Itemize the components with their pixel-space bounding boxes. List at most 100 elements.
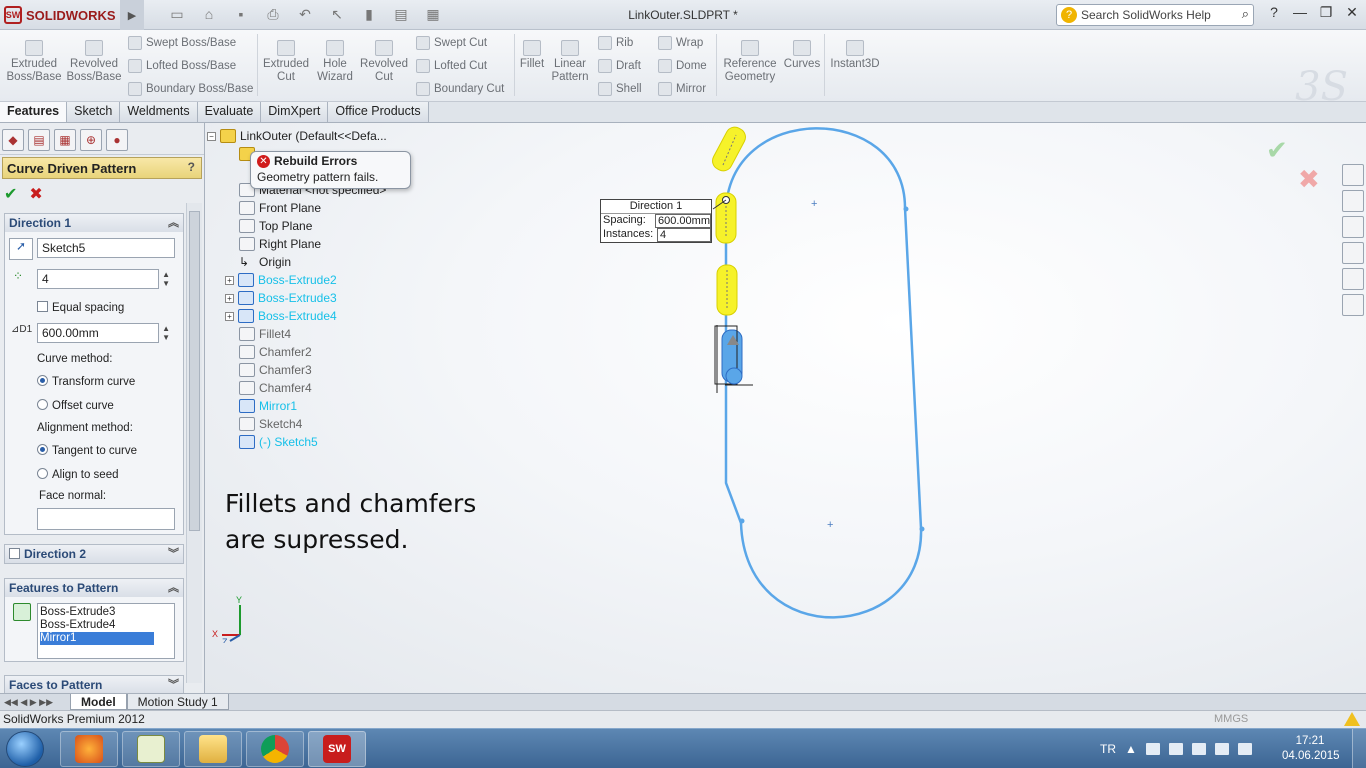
collapse-chevron-icon[interactable]: ︽ [168,214,179,232]
tangent-to-curve-radio[interactable]: Tangent to curve [37,444,137,457]
dome-button[interactable]: Dome [658,57,707,75]
curves-button[interactable]: Curves [774,40,830,71]
tree-item-sketch5[interactable]: (-) Sketch5 [239,433,318,451]
reference-geometry-button[interactable]: Reference Geometry [722,40,778,84]
taskbar-explorer[interactable] [184,731,242,767]
action-center-icon[interactable] [1145,743,1160,755]
taskbar-chrome[interactable] [246,731,304,767]
tray-expand-icon[interactable]: ▲ [1125,742,1137,756]
close-icon[interactable]: ✕ [1342,4,1362,21]
expand-icon[interactable]: + [225,275,234,285]
scrollbar-thumb[interactable] [189,211,200,531]
tile-icon[interactable]: ⊞ [1267,123,1277,124]
swept-boss-button[interactable]: Swept Boss/Base [128,34,236,52]
view-palette-icon[interactable] [1342,242,1364,264]
volume-icon[interactable] [1237,743,1252,755]
revolved-cut-button[interactable]: Revolved Cut [356,40,412,84]
zoom-to-fit-icon[interactable]: ⊕ [645,123,665,127]
list-item[interactable]: Boss-Extrude4 [40,619,172,632]
view-orientation-icon[interactable]: ❒ [757,123,777,127]
tree-item-mirror1[interactable]: Mirror1 [239,397,297,415]
help-search-box[interactable]: ? Search SolidWorks Help ⌕ [1056,4,1254,26]
linear-pattern-button[interactable]: Linear Pattern [542,40,598,84]
features-list[interactable]: Boss-Extrude3 Boss-Extrude4 Mirror1 [37,603,175,659]
tree-item-sketch4[interactable]: Sketch4 [239,415,302,433]
options-icon[interactable]: ▦ [422,6,444,24]
custom-properties-icon[interactable] [1342,294,1364,316]
tree-item-right-plane[interactable]: Right Plane [239,235,321,253]
file-properties-icon[interactable]: ▤ [390,6,412,24]
tree-item-boss-extrude4[interactable]: + Boss-Extrude4 [225,307,337,325]
tree-item-fillet4[interactable]: Fillet4 [239,325,291,343]
shell-button[interactable]: Shell [598,80,642,98]
radio-dot[interactable] [37,468,48,479]
tree-item-boss-extrude2[interactable]: + Boss-Extrude2 [225,271,337,289]
zoom-area-icon[interactable]: ⊡ [673,123,693,127]
save-icon[interactable]: ▪ [230,6,252,24]
instances-field[interactable]: 4 ▲ ▼ [37,269,170,289]
units-indicator[interactable]: MMGS [1214,711,1248,728]
solidworks-logo[interactable]: SW SOLIDWORKS [4,5,116,25]
callout-spacing-field[interactable]: 600.00mm [655,214,711,228]
draft-button[interactable]: Draft [598,57,641,75]
spacing-field[interactable]: 600.00mm ▲ ▼ [37,323,170,343]
confirm-ok-icon[interactable]: ✔ [1266,135,1288,166]
previous-view-icon[interactable]: ↺ [701,123,721,127]
display-manager-tab-icon[interactable]: ● [106,129,128,151]
tree-item-front-plane[interactable]: Front Plane [239,199,321,217]
design-library-icon[interactable] [1342,190,1364,212]
lofted-cut-button[interactable]: Lofted Cut [416,57,487,75]
tree-item-chamfer2[interactable]: Chamfer2 [239,343,312,361]
view-close-icon[interactable]: ✕ [1330,123,1340,124]
expand-icon[interactable]: + [225,293,234,303]
list-item-selected[interactable]: Mirror1 [40,632,154,645]
radio-dot[interactable] [37,375,48,386]
language-indicator[interactable]: TR [1100,742,1116,756]
configuration-manager-tab-icon[interactable]: ▦ [54,129,76,151]
display-style-icon[interactable]: ▣ [785,123,805,127]
undo-icon[interactable]: ↶ [294,6,316,24]
tab-motion-study[interactable]: Motion Study 1 [126,694,229,710]
network-icon[interactable] [1168,743,1183,755]
search-icon[interactable]: ⌕ [1242,6,1249,22]
tab-scroll-arrows-icon[interactable]: ◀◀ ◀ ▶ ▶▶ [0,694,70,710]
view-settings-icon[interactable]: ▦ [897,123,917,127]
minimize-icon[interactable]: — [1290,4,1310,21]
help-icon[interactable]: ? [188,160,195,174]
tab-evaluate[interactable]: Evaluate [197,102,262,122]
radio-dot[interactable] [37,444,48,455]
cancel-x-icon[interactable]: ✖ [29,184,42,203]
search-input[interactable]: Search SolidWorks Help [1081,8,1211,22]
extruded-boss-button[interactable]: Extruded Boss/Base [6,40,62,84]
features-to-pattern-header[interactable]: Features to Pattern ︽ [5,579,183,597]
tree-item-boss-extrude3[interactable]: + Boss-Extrude3 [225,289,337,307]
show-desktop-button[interactable] [1352,729,1366,768]
print-icon[interactable]: ⎙ [262,6,284,24]
dimxpert-manager-tab-icon[interactable]: ⊕ [80,129,102,151]
home-icon[interactable] [1342,164,1364,186]
extruded-cut-button[interactable]: Extruded Cut [258,40,314,84]
panel-scrollbar[interactable] [186,203,202,683]
boundary-cut-button[interactable]: Boundary Cut [416,80,504,98]
expand-icon[interactable]: + [225,311,234,321]
expand-chevron-icon[interactable]: ︾ [168,676,179,694]
spinner-icon[interactable]: ▲ ▼ [162,324,170,342]
tree-item-chamfer3[interactable]: Chamfer3 [239,361,312,379]
warning-icon[interactable] [1344,712,1360,726]
appearance-icon[interactable]: ● [841,123,861,127]
boundary-boss-button[interactable]: Boundary Boss/Base [128,80,253,98]
confirm-cancel-icon[interactable]: ✖ [1298,164,1320,195]
split-view-icon[interactable]: ⊟ [1247,123,1257,124]
spinner-icon[interactable]: ▲ ▼ [162,270,170,288]
instant3d-button[interactable]: Instant3D [828,40,882,71]
tree-root[interactable]: − LinkOuter (Default<<Defa... [207,127,387,145]
offset-curve-radio[interactable]: Offset curve [37,399,114,412]
ok-check-icon[interactable]: ✔ [4,184,17,203]
restore-icon[interactable]: ❐ [1316,4,1336,21]
faces-to-pattern-header[interactable]: Faces to Pattern ︾ [5,676,183,694]
checkbox-box[interactable] [37,301,48,312]
menu-arrow-icon[interactable]: ▶ [120,0,144,30]
curve-selection-field[interactable]: Sketch5 [37,238,175,258]
collapse-chevron-icon[interactable]: ︽ [168,579,179,597]
taskbar-solidworks[interactable]: SW [308,731,366,767]
